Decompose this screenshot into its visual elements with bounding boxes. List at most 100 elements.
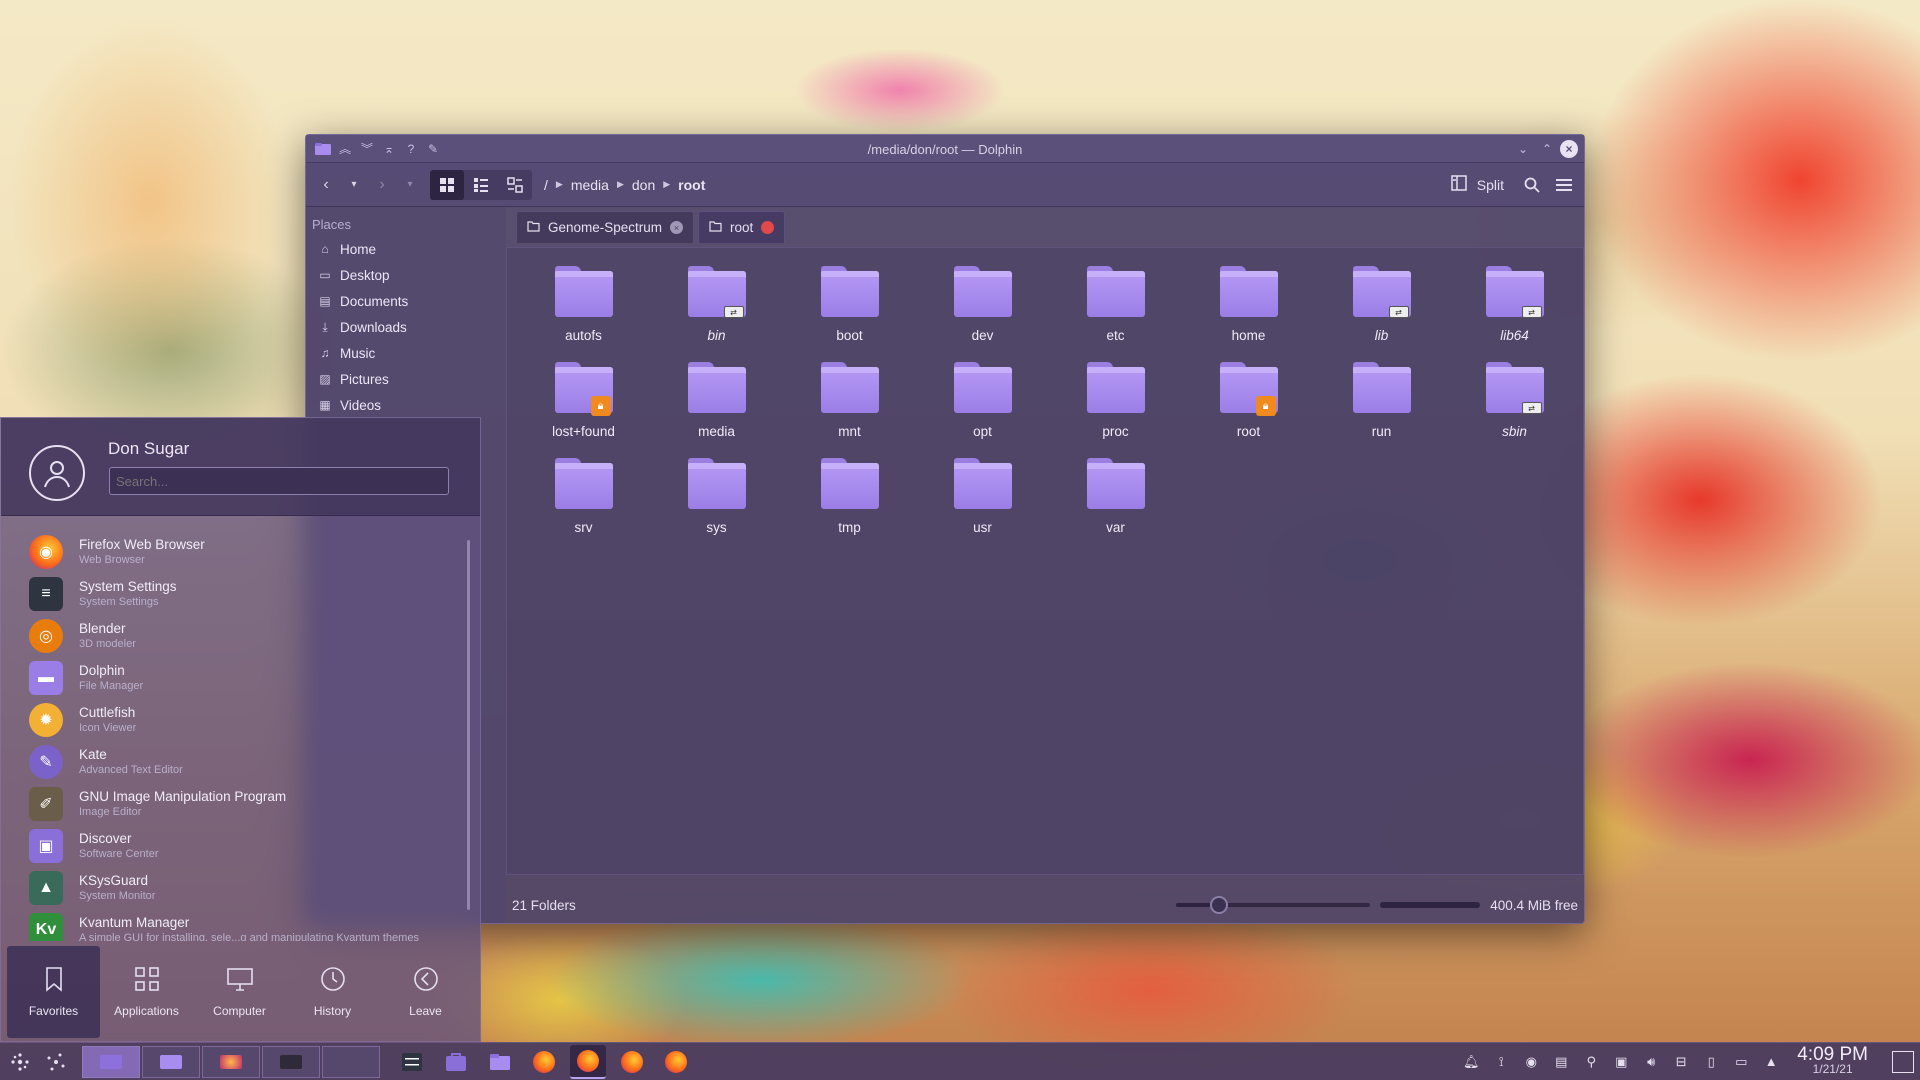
maximize-icon[interactable]: ⌃ xyxy=(1536,139,1558,159)
folder-item[interactable]: ⇄ lib xyxy=(1315,266,1448,362)
zoom-slider[interactable] xyxy=(1176,896,1371,914)
vault-icon[interactable]: ◉ xyxy=(1521,1054,1541,1070)
list-item[interactable]: ✎ Kate Advanced Text Editor xyxy=(1,741,471,783)
folder-item[interactable]: opt xyxy=(916,362,1049,458)
display-icon[interactable]: ▭ xyxy=(1731,1054,1751,1070)
tab-genome-spectrum[interactable]: Genome-Spectrum × xyxy=(516,211,695,243)
place-item-pictures[interactable]: ▨ Pictures xyxy=(306,366,506,392)
location-icon[interactable]: ⚲ xyxy=(1581,1054,1601,1070)
discover-task-icon[interactable] xyxy=(438,1045,474,1079)
breadcrumb-separator-icon[interactable]: ▶ xyxy=(663,179,670,190)
firefox-task-icon[interactable] xyxy=(658,1045,694,1079)
breadcrumb-current[interactable]: root xyxy=(678,177,705,193)
help-icon[interactable]: ? xyxy=(400,139,422,159)
minimize-icon[interactable]: ⌄ xyxy=(1512,139,1534,159)
tab-history[interactable]: History xyxy=(286,946,379,1038)
firefox-task-icon[interactable] xyxy=(614,1045,650,1079)
settings-task-icon[interactable] xyxy=(394,1045,430,1079)
digital-clock[interactable]: 4:09 PM 1/21/21 xyxy=(1797,1045,1868,1077)
avatar[interactable] xyxy=(29,445,85,501)
tab-root[interactable]: root xyxy=(698,211,786,243)
list-item[interactable]: ▲ KSysGuard System Monitor xyxy=(1,867,471,909)
split-button[interactable]: Split xyxy=(1441,170,1514,200)
list-item[interactable]: Kv Kvantum Manager A simple GUI for instal… xyxy=(1,909,471,941)
list-item[interactable]: ▣ Discover Software Center xyxy=(1,825,471,867)
breadcrumb-media[interactable]: media xyxy=(571,177,609,193)
place-item-home[interactable]: ⌂ Home xyxy=(306,236,506,262)
virtual-desktop-2[interactable] xyxy=(142,1045,200,1078)
folder-item[interactable]: autofs xyxy=(517,266,650,362)
firefox-task-icon[interactable] xyxy=(570,1044,606,1079)
folder-item[interactable]: proc xyxy=(1049,362,1182,458)
file-view[interactable]: autofs ⇄ bin boot dev etc home ⇄ lib ⇄ lib64 🔒︎ lost… xyxy=(506,247,1584,875)
keep-below-icon[interactable]: ︾ xyxy=(356,139,378,159)
virtual-desktop-1[interactable] xyxy=(82,1045,140,1078)
kdeconnect-icon[interactable]: ⟟ xyxy=(1491,1054,1511,1070)
list-item[interactable]: ◎ Blender 3D modeler xyxy=(1,615,471,657)
firefox-task-icon[interactable] xyxy=(526,1045,562,1079)
folder-item[interactable]: run xyxy=(1315,362,1448,458)
shade-icon[interactable]: ⌅ xyxy=(378,139,400,159)
back-history-icon[interactable]: ▾ xyxy=(340,170,368,200)
folder-item[interactable]: usr xyxy=(916,458,1049,554)
virtual-desktop-5[interactable] xyxy=(322,1045,380,1078)
folder-item[interactable]: srv xyxy=(517,458,650,554)
battery-icon[interactable]: ▯ xyxy=(1701,1054,1721,1070)
tab-close-icon[interactable] xyxy=(761,221,775,234)
tab-applications[interactable]: Applications xyxy=(100,946,193,1038)
folder-item[interactable]: var xyxy=(1049,458,1182,554)
list-item[interactable]: ✐ GNU Image Manipulation Program Image Edi… xyxy=(1,783,471,825)
folder-item[interactable]: etc xyxy=(1049,266,1182,362)
hamburger-menu-icon[interactable] xyxy=(1550,170,1578,200)
breadcrumb-separator-icon[interactable]: ▶ xyxy=(556,179,563,190)
breadcrumb-root[interactable]: / xyxy=(544,177,548,193)
keep-above-icon[interactable]: ︽ xyxy=(334,139,356,159)
clipboard-icon[interactable]: ▤ xyxy=(1551,1054,1571,1070)
zoom-slider-handle[interactable] xyxy=(1209,896,1228,914)
forward-history-icon[interactable]: ▾ xyxy=(396,170,424,200)
tab-favorites[interactable]: Favorites xyxy=(7,946,100,1038)
search-input[interactable] xyxy=(109,467,449,495)
close-icon[interactable]: × xyxy=(1560,139,1578,158)
tab-computer[interactable]: Computer xyxy=(193,946,286,1038)
folder-item[interactable]: dev xyxy=(916,266,1049,362)
back-icon[interactable]: ‹ xyxy=(312,170,340,200)
place-item-music[interactable]: ♫ Music xyxy=(306,340,506,366)
place-item-documents[interactable]: ▤ Documents xyxy=(306,288,506,314)
dolphin-task-icon[interactable] xyxy=(482,1045,518,1079)
show-desktop-icon[interactable] xyxy=(1892,1050,1914,1073)
list-item[interactable]: ≡ System Settings System Settings xyxy=(1,573,471,615)
folder-item[interactable]: home xyxy=(1182,266,1315,362)
folder-item[interactable]: ⇄ bin xyxy=(650,266,783,362)
application-launcher-icon[interactable] xyxy=(2,1045,38,1079)
folder-item[interactable]: ⇄ sbin xyxy=(1448,362,1581,458)
search-icon[interactable] xyxy=(1518,170,1546,200)
icons-view-icon[interactable] xyxy=(430,169,464,200)
pin-icon[interactable]: ✎ xyxy=(422,139,444,159)
breadcrumb-don[interactable]: don xyxy=(632,177,655,193)
notifications-icon[interactable]: 🔔︎ xyxy=(1461,1054,1481,1070)
place-item-videos[interactable]: ▦ Videos xyxy=(306,392,506,418)
tab-close-icon[interactable]: × xyxy=(670,221,684,234)
folder-item[interactable]: sys xyxy=(650,458,783,554)
virtual-desktop-3[interactable] xyxy=(202,1045,260,1078)
network-icon[interactable]: ⊟ xyxy=(1671,1054,1691,1070)
breadcrumb-separator-icon[interactable]: ▶ xyxy=(617,179,624,190)
folder-item[interactable]: boot xyxy=(783,266,916,362)
scrollbar[interactable] xyxy=(467,540,470,910)
tab-leave[interactable]: Leave xyxy=(379,946,472,1038)
folder-item[interactable]: media xyxy=(650,362,783,458)
place-item-downloads[interactable]: ⤓ Downloads xyxy=(306,314,506,340)
list-item[interactable]: ▬ Dolphin File Manager xyxy=(1,657,471,699)
folder-item[interactable]: 🔒︎ root xyxy=(1182,362,1315,458)
title-bar[interactable]: ︽ ︾ ⌅ ? ✎ /media/don/root — Dolphin ⌄ ⌃ … xyxy=(306,135,1584,163)
compact-view-icon[interactable] xyxy=(464,170,498,200)
list-item[interactable]: ◉ Firefox Web Browser Web Browser xyxy=(1,531,471,573)
expand-tray-icon[interactable]: ▲ xyxy=(1761,1054,1781,1069)
folder-item[interactable]: 🔒︎ lost+found xyxy=(517,362,650,458)
details-view-icon[interactable] xyxy=(498,170,532,200)
volume-icon[interactable]: 🔊︎ xyxy=(1641,1054,1661,1070)
list-item[interactable]: ✹ Cuttlefish Icon Viewer xyxy=(1,699,471,741)
folder-item[interactable]: tmp xyxy=(783,458,916,554)
place-item-desktop[interactable]: ▭ Desktop xyxy=(306,262,506,288)
